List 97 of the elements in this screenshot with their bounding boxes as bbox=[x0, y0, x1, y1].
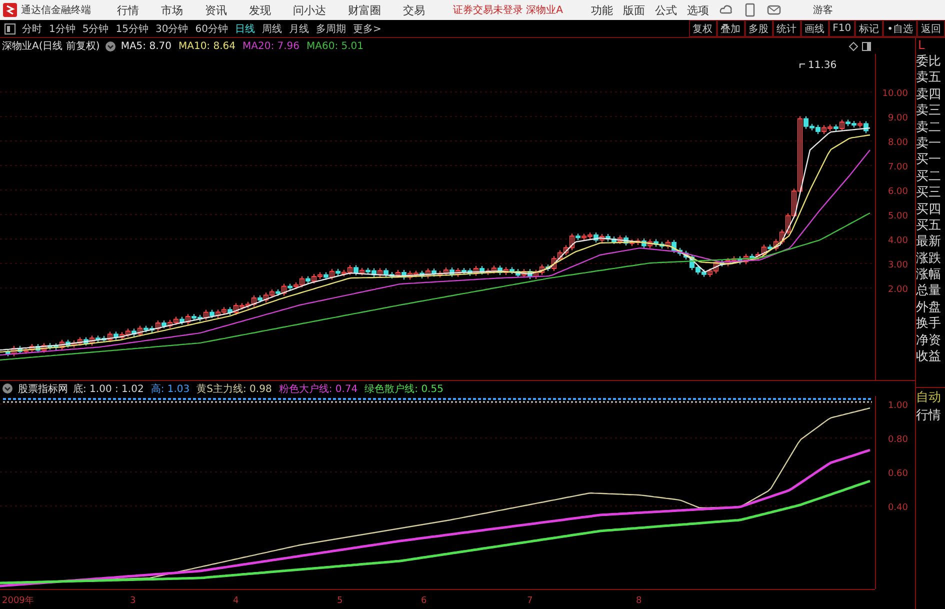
quote-field-label: 卖二 bbox=[916, 118, 942, 135]
app-logo-icon bbox=[3, 3, 17, 17]
toolbar-button[interactable]: 多股 bbox=[744, 20, 773, 37]
menu-item[interactable]: 问小达 bbox=[293, 2, 326, 18]
side-panel-header: L bbox=[917, 38, 926, 53]
toolbar-button[interactable]: 复权 bbox=[688, 20, 717, 37]
menu-item[interactable]: 财富圈 bbox=[348, 2, 381, 18]
indicator-legend-value: 高: 1.03 bbox=[150, 382, 190, 396]
indicator-axis-label: 0.60 bbox=[888, 469, 908, 479]
menu-item[interactable]: 功能 bbox=[591, 2, 614, 18]
phone-icon bbox=[745, 3, 756, 17]
quote-field-label: 买一 bbox=[916, 151, 942, 168]
toolbar-button[interactable]: •自选 bbox=[883, 20, 917, 37]
quote-field-label: 卖四 bbox=[916, 86, 942, 102]
indicator-legend-value: 绿色散户线: 0.55 bbox=[364, 382, 444, 396]
menu-item[interactable]: 资讯 bbox=[205, 2, 227, 18]
mode-tab[interactable]: 行情 bbox=[916, 406, 945, 424]
quote-field-label: 总量 bbox=[916, 282, 942, 299]
app-title: 通达信金融终端 bbox=[21, 4, 91, 17]
indicator-title: 股票指标网 bbox=[18, 382, 68, 396]
indicator-axis-label: 1.00 bbox=[888, 401, 908, 411]
menu-item[interactable]: 发现 bbox=[249, 2, 271, 18]
quote-field-label: 卖一 bbox=[916, 134, 942, 152]
panel-toggle-icon bbox=[4, 22, 16, 34]
time-axis-label: 7 bbox=[527, 596, 533, 606]
time-axis-label: 2009年 bbox=[2, 596, 34, 606]
ma-legend-value: MA20: 7.96 bbox=[242, 40, 300, 52]
quote-field-label: 买五 bbox=[916, 216, 942, 234]
price-axis-label: 6.00 bbox=[888, 187, 908, 197]
price-axis-label: 10.00 bbox=[882, 89, 908, 99]
time-axis-label: 4 bbox=[233, 596, 239, 606]
price-axis-label: 7.00 bbox=[888, 162, 908, 172]
time-axis-label: 8 bbox=[636, 596, 642, 606]
time-axis-label: 3 bbox=[130, 596, 136, 606]
period-tab[interactable]: 30分钟 bbox=[155, 22, 188, 36]
quote-field-label: 最新 bbox=[916, 233, 942, 250]
indicator-axis-label: 0.40 bbox=[888, 503, 908, 513]
price-axis-label: 8.00 bbox=[888, 138, 908, 148]
ma-legend-value: MA60: 5.01 bbox=[306, 40, 364, 52]
period-tab[interactable]: 日线 bbox=[234, 22, 255, 36]
chevron-circle-icon bbox=[104, 40, 116, 52]
quote-field-label: 卖五 bbox=[916, 69, 942, 86]
period-tab[interactable]: 15分钟 bbox=[116, 22, 148, 36]
period-tab[interactable]: 1分钟 bbox=[49, 22, 76, 36]
time-axis-label: 5 bbox=[337, 596, 343, 606]
indicator-legend-value: 粉色大户线: 0.74 bbox=[278, 382, 358, 396]
chart-title: 深物业A(日线 前复权) bbox=[2, 40, 100, 53]
mail-icon bbox=[767, 4, 782, 16]
period-tab[interactable]: 月线 bbox=[288, 22, 309, 36]
period-tab[interactable]: 60分钟 bbox=[195, 22, 228, 36]
toolbar-button[interactable]: 返回 bbox=[917, 20, 945, 37]
quote-field-label: 委比 bbox=[916, 53, 942, 70]
menu-item[interactable]: 交易 bbox=[403, 2, 425, 18]
menu-item[interactable]: 公式 bbox=[655, 2, 678, 18]
leader-line bbox=[800, 64, 806, 68]
period-tab[interactable]: 多周期 bbox=[316, 22, 346, 36]
login-notice[interactable]: 证券交易未登录 深物业A bbox=[453, 3, 564, 17]
quote-field-label: 买四 bbox=[916, 200, 942, 217]
window-icon bbox=[862, 42, 871, 50]
menu-item[interactable]: 选项 bbox=[687, 2, 710, 18]
chevron-circle-icon bbox=[2, 383, 13, 394]
quote-field-label: 外盘 bbox=[916, 298, 942, 316]
quote-field-label: 收益 bbox=[916, 348, 942, 364]
quote-field-label: 净资 bbox=[916, 332, 942, 348]
diamond-icon bbox=[849, 42, 858, 50]
quote-field-label: 涨幅 bbox=[916, 266, 942, 282]
high-price-label: 11.36 bbox=[808, 60, 837, 71]
menu-item[interactable]: 市场 bbox=[161, 2, 183, 18]
menu-item[interactable]: 行情 bbox=[117, 2, 139, 18]
time-axis-label: 6 bbox=[421, 596, 427, 606]
period-tab[interactable]: 周线 bbox=[262, 22, 282, 36]
indicator-legend-value: 底: 1.00 : 1.02 bbox=[73, 382, 144, 396]
period-tab[interactable]: 分时 bbox=[22, 22, 42, 36]
ma-legend-value: MA5: 8.70 bbox=[120, 40, 172, 52]
quote-field-label: 买二 bbox=[916, 168, 942, 184]
indicator-legend-value: 黄S主力线: 0.98 bbox=[196, 382, 272, 396]
period-tab[interactable]: 5分钟 bbox=[82, 22, 109, 36]
user-label[interactable]: 游客 bbox=[813, 3, 834, 17]
price-axis-label: 4.00 bbox=[888, 236, 908, 246]
toolbar-button[interactable]: 画线 bbox=[800, 20, 829, 37]
quote-field-label: 买三 bbox=[916, 184, 942, 201]
mode-tab[interactable]: 自动 bbox=[916, 388, 945, 406]
menu-item[interactable]: 版面 bbox=[623, 2, 646, 18]
toolbar-button[interactable]: 叠加 bbox=[716, 20, 745, 37]
ma-legend-value: MA10: 8.64 bbox=[178, 40, 236, 52]
toolbar-button[interactable]: 统计 bbox=[772, 20, 801, 37]
indicator-axis-label: 0.80 bbox=[888, 435, 908, 445]
quote-field-label: 涨跌 bbox=[916, 250, 942, 266]
quote-field-label: 卖三 bbox=[916, 102, 942, 119]
price-axis-label: 5.00 bbox=[888, 212, 908, 222]
price-axis-label: 3.00 bbox=[888, 260, 908, 270]
period-tab[interactable]: 更多> bbox=[352, 22, 382, 36]
price-axis-label: 2.00 bbox=[888, 285, 908, 295]
toolbar-button[interactable]: 标记 bbox=[855, 20, 884, 37]
toolbar-button[interactable]: F10 bbox=[828, 20, 856, 37]
price-axis-label: 9.00 bbox=[888, 114, 908, 124]
quote-field-label: 换手 bbox=[916, 315, 942, 332]
